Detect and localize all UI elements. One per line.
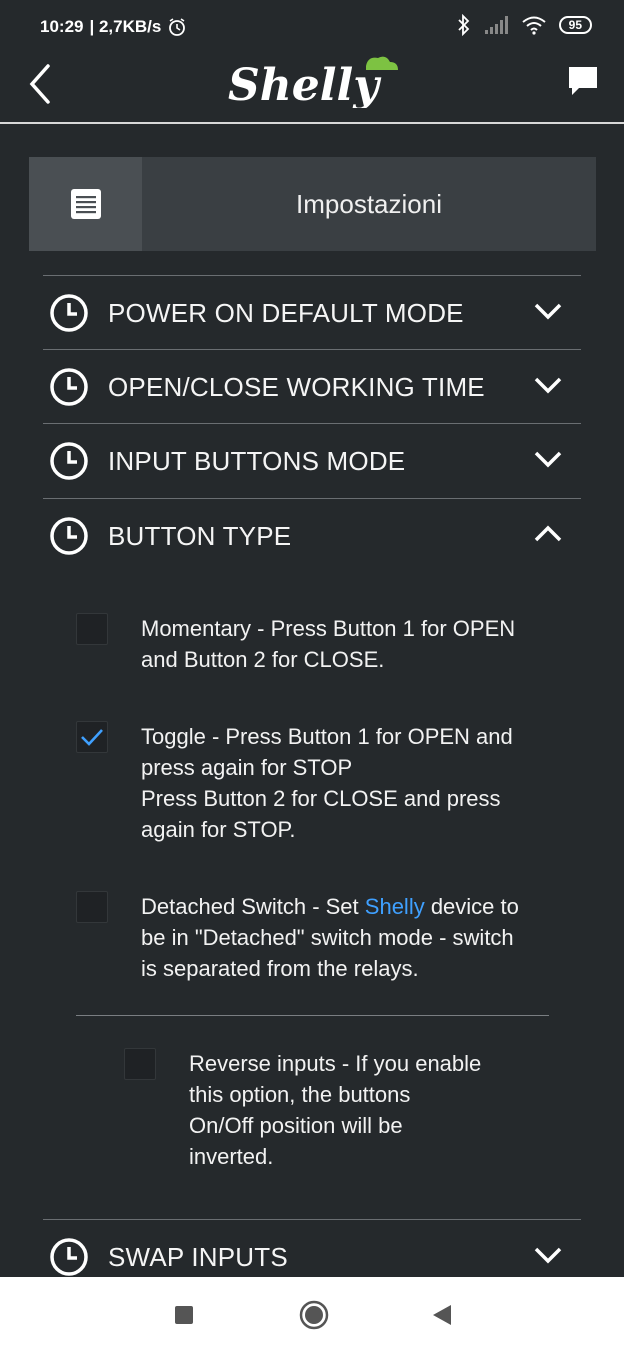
toggle-checkbox[interactable] <box>76 721 108 753</box>
status-right: 95 <box>457 14 592 36</box>
battery-indicator: 95 <box>558 16 592 34</box>
app-bar-divider <box>0 122 624 124</box>
bluetooth-icon <box>458 14 469 36</box>
back-arrow-icon[interactable] <box>26 62 56 106</box>
settings-header: Impostazioni <box>29 157 596 251</box>
option-momentary-text: Momentary - Press Button 1 for OPEN and … <box>141 616 516 672</box>
option-toggle[interactable]: Toggle - Press Button 1 for OPEN and pre… <box>76 721 556 845</box>
status-left: 10:29 | 2,7KB/s <box>40 17 187 37</box>
clock-icon <box>50 517 88 555</box>
option-reverse-text: Reverse inputs - If you enable this opti… <box>189 1051 482 1169</box>
system-nav-bar <box>0 1277 624 1352</box>
document-lines-icon <box>70 189 101 219</box>
status-bar: 10:29 | 2,7KB/s 95 <box>0 0 624 56</box>
status-time: 10:29 <box>40 17 84 36</box>
section-label: SWAP INPUTS <box>108 1241 288 1272</box>
circle-icon[interactable] <box>298 1299 330 1331</box>
option-detached-text: Detached Switch - Set Shelly device to b… <box>141 891 519 984</box>
clock-icon <box>50 1238 88 1276</box>
section-button-type[interactable]: BUTTON TYPE <box>43 498 581 573</box>
reverse-inputs-checkbox[interactable] <box>124 1048 156 1080</box>
chat-bubble-icon[interactable] <box>566 64 600 98</box>
app-bar: Shelly <box>0 56 624 122</box>
option-reverse-inputs[interactable]: Reverse inputs - If you enable this opti… <box>124 1048 544 1172</box>
option-momentary[interactable]: Momentary - Press Button 1 for OPEN and … <box>76 613 556 675</box>
square-icon[interactable] <box>174 1305 194 1325</box>
signal-icon <box>484 16 508 34</box>
detached-switch-checkbox[interactable] <box>76 891 108 923</box>
section-power-on-default-mode[interactable]: POWER ON DEFAULT MODE <box>43 275 581 350</box>
status-network-speed: | 2,7KB/s <box>89 17 162 36</box>
triangle-back-icon[interactable] <box>431 1303 453 1327</box>
options-divider <box>76 1015 549 1016</box>
alarm-icon <box>169 18 186 36</box>
section-label: INPUT BUTTONS MODE <box>108 445 406 476</box>
clock-icon <box>50 294 88 332</box>
clock-icon <box>50 442 88 480</box>
section-input-buttons-mode[interactable]: INPUT BUTTONS MODE <box>43 423 581 498</box>
momentary-checkbox[interactable] <box>76 613 108 645</box>
chevron-down-icon[interactable] <box>533 1244 563 1266</box>
option-detached-switch[interactable]: Detached Switch - Set Shelly device to b… <box>76 891 556 984</box>
svg-text:Shelly: Shelly <box>228 60 382 108</box>
chevron-down-icon[interactable] <box>533 374 563 396</box>
checkmark-icon <box>81 729 103 746</box>
settings-title: Impostazioni <box>296 188 442 219</box>
chevron-down-icon[interactable] <box>533 300 563 322</box>
chevron-up-icon[interactable] <box>533 523 563 545</box>
section-label: POWER ON DEFAULT MODE <box>108 297 464 328</box>
chevron-down-icon[interactable] <box>533 448 563 470</box>
detached-text-before: Detached Switch - Set <box>141 894 365 919</box>
section-label: OPEN/CLOSE WORKING TIME <box>108 371 485 402</box>
settings-icon-box[interactable] <box>29 157 142 251</box>
clock-icon <box>50 368 88 406</box>
option-toggle-text: Toggle - Press Button 1 for OPEN and pre… <box>141 724 513 842</box>
section-open-close-working-time[interactable]: OPEN/CLOSE WORKING TIME <box>43 349 581 424</box>
shelly-brand-text: Shelly <box>364 894 425 919</box>
section-label: BUTTON TYPE <box>108 520 292 551</box>
wifi-icon <box>522 16 546 35</box>
shelly-logo: Shelly <box>228 56 398 108</box>
